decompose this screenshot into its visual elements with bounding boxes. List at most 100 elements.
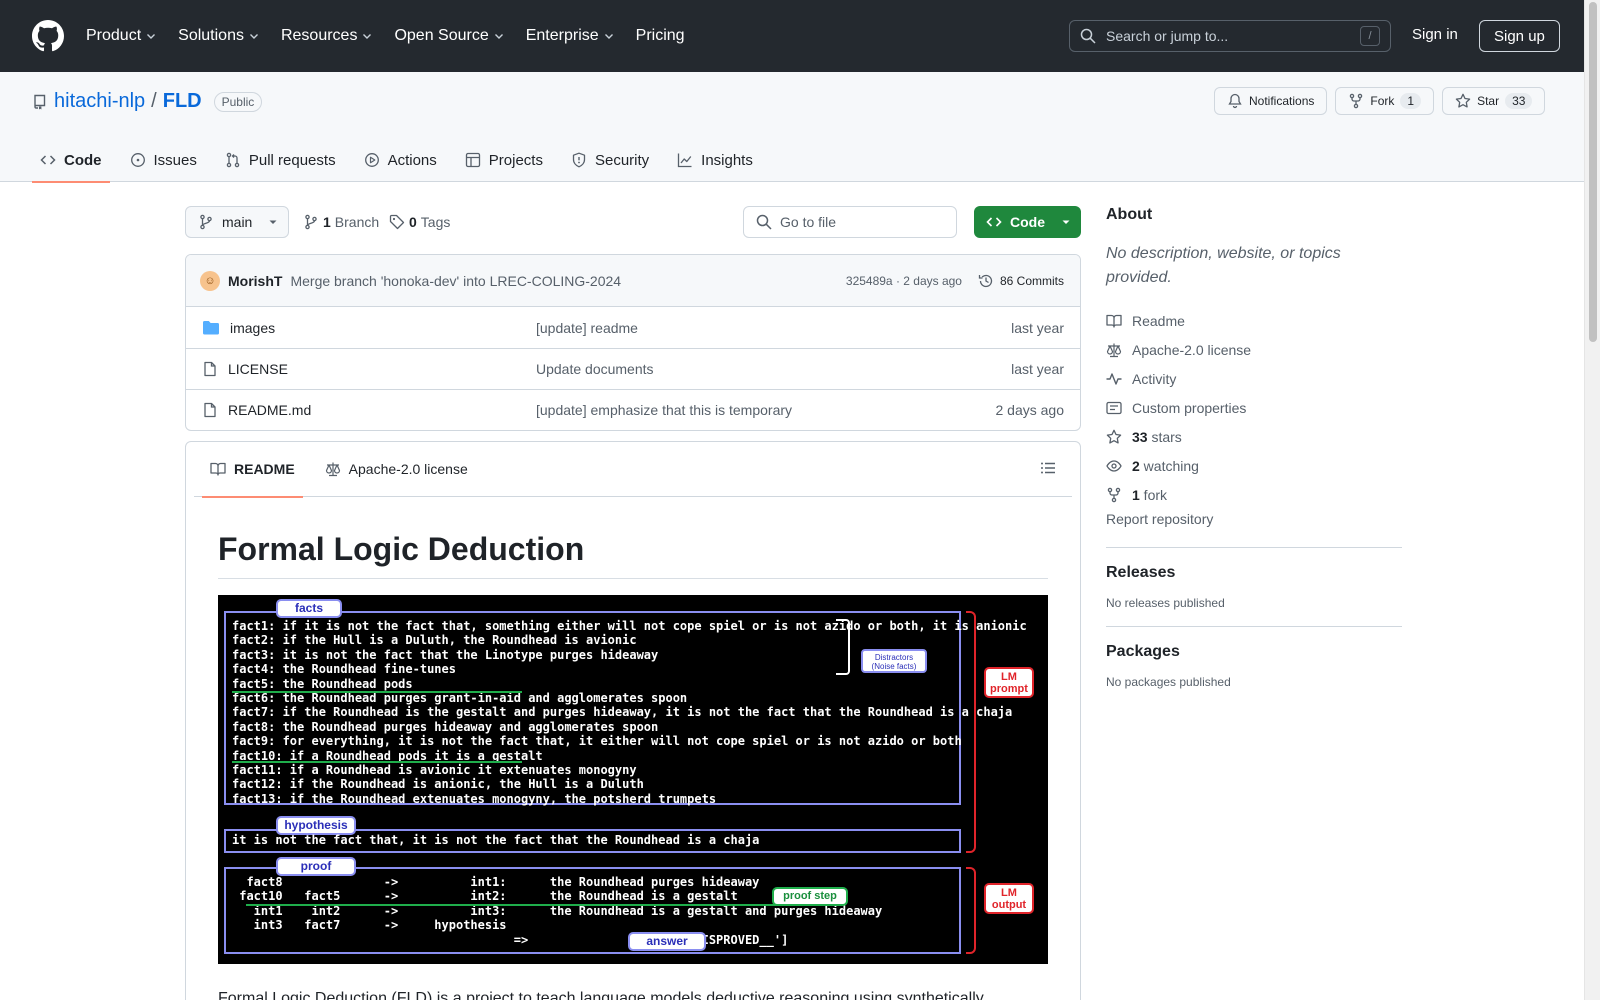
file-commit-message[interactable]: Update documents bbox=[536, 361, 1011, 377]
file-name-cell[interactable]: README.md bbox=[202, 402, 536, 418]
about-link-apache-2-0-license[interactable]: Apache-2.0 license bbox=[1106, 335, 1402, 364]
code-dropdown-button[interactable]: Code bbox=[974, 206, 1081, 238]
fork-button[interactable]: Fork 1 bbox=[1335, 87, 1435, 115]
tab-code[interactable]: Code bbox=[32, 138, 110, 183]
tab-label: Code bbox=[64, 151, 102, 169]
packages-heading[interactable]: Packages bbox=[1106, 643, 1402, 661]
about-link-readme[interactable]: Readme bbox=[1106, 306, 1402, 335]
file-commit-message[interactable]: [update] emphasize that this is temporar… bbox=[536, 402, 996, 418]
avatar[interactable]: ☺ bbox=[200, 270, 220, 291]
about-link-fork[interactable]: 1 fork bbox=[1106, 480, 1402, 509]
file-commit-message[interactable]: [update] readme bbox=[536, 320, 1011, 336]
branch-count: 1 bbox=[323, 214, 331, 230]
branches-link[interactable]: 1 Branch bbox=[303, 206, 379, 238]
tab-readme[interactable]: README bbox=[202, 442, 303, 498]
branch-bar: main 1 Branch 0 Tags Go to file Code bbox=[185, 206, 1081, 238]
fact-line: fact13: if the Roundhead extenuates mono… bbox=[232, 791, 717, 806]
commits-history-link[interactable]: 86 Commits bbox=[978, 273, 1064, 289]
commit-hash-time[interactable]: 325489a · 2 days ago bbox=[846, 274, 962, 288]
file-name-cell[interactable]: LICENSE bbox=[202, 361, 536, 377]
git-branch-icon bbox=[198, 214, 214, 230]
nav-item-resources[interactable]: Resources bbox=[281, 27, 372, 45]
git-branch-icon bbox=[303, 214, 319, 230]
fork-count: 1 bbox=[1400, 93, 1422, 109]
releases-heading[interactable]: Releases bbox=[1106, 564, 1402, 582]
chevron-down-icon bbox=[494, 31, 504, 41]
tab-security[interactable]: Security bbox=[563, 138, 657, 182]
table-row[interactable]: LICENSE Update documents last year bbox=[186, 348, 1080, 389]
proof-line: int3 fact7 -> hypothesis bbox=[232, 918, 507, 933]
tab-insights[interactable]: Insights bbox=[669, 138, 761, 182]
about-link-custom-properties[interactable]: Custom properties bbox=[1106, 393, 1402, 422]
tab-pull-requests[interactable]: Pull requests bbox=[217, 138, 344, 182]
tags-link[interactable]: 0 Tags bbox=[389, 206, 450, 238]
folder-icon bbox=[202, 320, 220, 336]
about-link-label: watching bbox=[1139, 457, 1199, 474]
fork-label: Fork bbox=[1370, 94, 1395, 108]
nav-item-enterprise[interactable]: Enterprise bbox=[526, 27, 614, 45]
repo-header: hitachi-nlp / FLD Public Notifications F… bbox=[0, 72, 1584, 183]
repo-name-link[interactable]: FLD bbox=[163, 90, 202, 113]
nav-item-open-source[interactable]: Open Source bbox=[394, 27, 503, 45]
scrollbar-thumb[interactable] bbox=[1589, 2, 1597, 342]
about-link-activity[interactable]: Activity bbox=[1106, 364, 1402, 393]
tab-projects[interactable]: Projects bbox=[457, 138, 551, 182]
tab-actions[interactable]: Actions bbox=[356, 138, 445, 182]
github-logo-icon[interactable] bbox=[32, 20, 64, 52]
report-repository-link[interactable]: Report repository bbox=[1106, 511, 1402, 531]
about-link-stars[interactable]: 33 stars bbox=[1106, 422, 1402, 451]
file-name[interactable]: images bbox=[230, 320, 275, 336]
readme-intro: Formal Logic Deduction (FLD) is a projec… bbox=[218, 990, 984, 1000]
file-name-cell[interactable]: images bbox=[202, 320, 536, 336]
commit-author[interactable]: MorishT bbox=[228, 273, 282, 289]
bell-icon bbox=[1227, 93, 1243, 109]
repo-owner-link[interactable]: hitachi-nlp bbox=[54, 90, 145, 113]
about-link-text: 1 fork bbox=[1132, 487, 1167, 503]
fork-icon bbox=[1106, 487, 1122, 503]
proof-text: fact8 -> int1: the Roundhead purges hide… bbox=[232, 875, 882, 947]
nav-item-product[interactable]: Product bbox=[86, 27, 156, 45]
go-to-file-input[interactable]: Go to file bbox=[743, 206, 957, 238]
search-placeholder: Search or jump to... bbox=[1106, 28, 1229, 44]
lm-output-tag: LM output bbox=[984, 883, 1034, 914]
readme-body: Formal Logic Deduction facts fact1: if i… bbox=[186, 531, 1080, 1000]
search-input[interactable]: Search or jump to... / bbox=[1069, 20, 1391, 52]
file-browser: ☺ MorishT Merge branch 'honoka-dev' into… bbox=[185, 254, 1081, 431]
chevron-down-icon bbox=[146, 31, 156, 41]
about-links: Readme Apache-2.0 license Activity Custom p… bbox=[1106, 306, 1402, 509]
file-commit-age: last year bbox=[1011, 361, 1064, 377]
star-button[interactable]: Star 33 bbox=[1442, 87, 1546, 115]
nav-item-pricing[interactable]: Pricing bbox=[636, 27, 685, 45]
fact-line: fact1: if it is not the fact that, somet… bbox=[232, 619, 1027, 633]
notifications-label: Notifications bbox=[1249, 94, 1315, 108]
fact10-highlight-line bbox=[232, 761, 522, 763]
table-row[interactable]: images [update] readme last year bbox=[186, 307, 1080, 348]
table-row[interactable]: README.md [update] emphasize that this is… bbox=[186, 389, 1080, 430]
tab-license[interactable]: Apache-2.0 license bbox=[317, 442, 476, 497]
about-link-count: 33 bbox=[1132, 428, 1148, 445]
branch-select-button[interactable]: main bbox=[185, 206, 289, 238]
list-unordered-icon[interactable] bbox=[1040, 460, 1056, 476]
about-link-text: Custom properties bbox=[1132, 400, 1246, 416]
tab-issues[interactable]: Issues bbox=[122, 138, 205, 182]
notifications-button[interactable]: Notifications bbox=[1214, 87, 1328, 115]
page-scrollbar[interactable] bbox=[1584, 0, 1600, 1000]
issue-icon bbox=[130, 152, 146, 168]
about-link-label: stars bbox=[1147, 428, 1182, 445]
sign-in-link[interactable]: Sign in bbox=[1412, 26, 1458, 43]
commit-message[interactable]: Merge branch 'honoka-dev' into LREC-COLI… bbox=[290, 273, 845, 289]
nav-item-label: Product bbox=[86, 27, 142, 44]
nav-item-solutions[interactable]: Solutions bbox=[178, 27, 259, 45]
repo-actions: Notifications Fork 1 Star 33 bbox=[1214, 87, 1546, 115]
file-name[interactable]: README.md bbox=[228, 402, 311, 418]
packages-empty-text: No packages published bbox=[1106, 675, 1231, 689]
book-icon bbox=[210, 461, 226, 477]
about-link-watching[interactable]: 2 watching bbox=[1106, 451, 1402, 480]
file-name[interactable]: LICENSE bbox=[228, 361, 288, 377]
go-to-file-placeholder: Go to file bbox=[780, 214, 837, 230]
tab-readme-label: README bbox=[234, 461, 295, 477]
sign-up-button[interactable]: Sign up bbox=[1479, 20, 1560, 52]
lm-prompt-tag: LM prompt bbox=[984, 667, 1034, 698]
file-list: images [update] readme last year LICENSE Upd… bbox=[186, 307, 1080, 430]
nav-item-label: Solutions bbox=[178, 27, 244, 44]
